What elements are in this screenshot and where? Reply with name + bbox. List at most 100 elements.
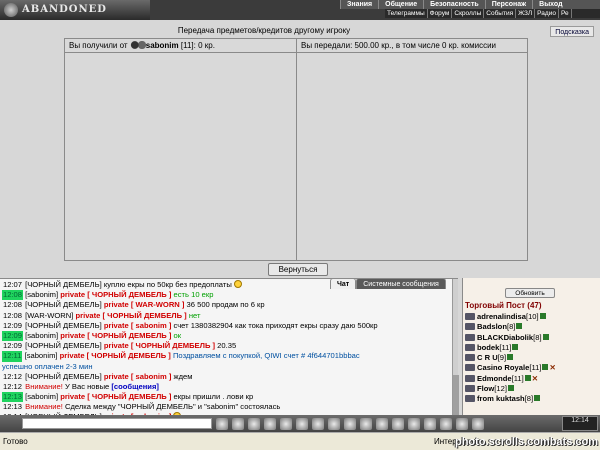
tab-chat[interactable]: Чат <box>330 278 357 289</box>
chat-nick[interactable]: [sabonim] <box>25 290 58 299</box>
user-list-item[interactable]: Edmonde[11] ✕ <box>465 374 600 384</box>
chat-text: ок <box>173 330 182 340</box>
user-name[interactable]: Edmonde <box>477 374 512 383</box>
chat-nick[interactable]: [ЧОРНЫЙ ДЕМБЕЛЬ] <box>25 280 102 289</box>
menu-exit[interactable]: Выход <box>532 0 568 9</box>
info-icon[interactable] <box>472 417 484 430</box>
menu-communication[interactable]: Общение <box>378 0 423 9</box>
user-name[interactable]: bodek <box>477 343 499 352</box>
user-info-icon[interactable] <box>507 354 514 361</box>
chat-scroll-thumb[interactable] <box>453 375 459 415</box>
settings-icon[interactable] <box>312 417 324 430</box>
menu-character[interactable]: Персонаж <box>484 0 532 9</box>
chat-text: куплю екры по 50кр без предоплаты <box>103 280 232 289</box>
trade-icon[interactable] <box>376 417 388 430</box>
inventory-icon[interactable] <box>328 417 340 430</box>
user-list-item[interactable]: adrenalindisa[10] <box>465 312 600 322</box>
menu-security[interactable]: Безопасность <box>423 0 485 9</box>
send-icon[interactable] <box>216 417 228 430</box>
submenu-scrolls[interactable]: Скроллы <box>452 9 485 18</box>
received-header: Вы получили от sabonim [11]: 0 кр. <box>65 39 296 53</box>
submenu-radio[interactable]: Радио <box>535 9 559 18</box>
watermark: photo.scrolls.combats.com <box>454 436 598 448</box>
chat-nick[interactable]: [sabonim] <box>25 392 58 401</box>
user-name[interactable]: adrenalindisa <box>477 312 526 321</box>
chat-input[interactable] <box>22 418 212 429</box>
user-info-icon[interactable] <box>542 333 549 340</box>
user-info-icon[interactable] <box>507 385 514 392</box>
skills-icon[interactable] <box>408 417 420 430</box>
user-name[interactable]: Badslon <box>477 322 507 331</box>
received-amount: : 0 кр. <box>193 41 215 50</box>
page-title: Передача предметов/кредитов другому игро… <box>177 26 351 35</box>
submenu-zhzl[interactable]: ЖЗЛ <box>516 9 536 18</box>
chat-private-target[interactable]: private [ ЧОРНЫЙ ДЕМБЕЛЬ ] <box>104 341 215 350</box>
received-nick[interactable]: sabonim <box>146 41 179 50</box>
chat-private-target[interactable]: private [ WAR-WORN ] <box>104 300 185 309</box>
help-button[interactable]: Подсказка <box>550 26 594 37</box>
chat-private-target[interactable]: private [ ЧОРНЫЙ ДЕМБЕЛЬ ] <box>60 290 171 299</box>
user-level: [11] <box>511 373 524 383</box>
user-info-icon[interactable] <box>516 323 523 330</box>
chat-nick[interactable]: [sabonim] <box>25 331 58 340</box>
user-list-item[interactable]: BLACKDiabolik[8] <box>465 333 600 343</box>
user-list-item[interactable]: Badslon[8] <box>465 322 600 332</box>
chat-private-target[interactable]: private [ ЧОРНЫЙ ДЕМБЕЛЬ ] <box>76 311 187 320</box>
user-list-item[interactable]: Flow[12] <box>465 384 600 394</box>
chat-timestamp: 12:09 <box>2 330 24 342</box>
return-button[interactable]: Вернуться <box>268 263 328 276</box>
friends-icon[interactable] <box>440 417 452 430</box>
chat-private-target[interactable]: private [ ЧОРНЫЙ ДЕМБЕЛЬ ] <box>60 392 171 401</box>
chat-messages-link[interactable]: [сообщения] <box>111 382 159 391</box>
chat-nick[interactable]: [ЧОРНЫЙ ДЕМБЕЛЬ] <box>25 341 102 350</box>
chat-nick[interactable]: [WAR-WORN] <box>25 311 73 320</box>
user-info-icon[interactable] <box>524 374 531 381</box>
user-list-item[interactable]: Casino Royale[11] ✕ <box>465 363 600 373</box>
user-info-icon[interactable] <box>539 313 546 319</box>
chat-nick[interactable]: [ЧОРНЫЙ ДЕМБЕЛЬ] <box>25 300 102 309</box>
chat-private-target[interactable]: private [ sabonim ] <box>104 321 172 330</box>
submenu-events[interactable]: События <box>484 9 517 18</box>
user-info-icon[interactable] <box>512 343 519 350</box>
smiles-icon[interactable] <box>248 417 260 430</box>
submenu-forum[interactable]: Форум <box>428 9 453 18</box>
chat-text: счет 1380382904 как тока приходят екры с… <box>173 320 378 330</box>
user-name[interactable]: Flow <box>477 384 494 393</box>
user-name[interactable]: C R U <box>477 353 498 362</box>
user-name[interactable]: BLACKDiabolik <box>477 333 533 342</box>
translit-icon[interactable] <box>264 417 276 430</box>
chat-timestamp: 12:13 <box>2 392 24 403</box>
mail-icon[interactable] <box>424 417 436 430</box>
chat-nick[interactable]: [ЧОРНЫЙ ДЕМБЕЛЬ] <box>25 321 102 330</box>
chat-private-target[interactable]: private [ sabonim ] <box>104 372 172 381</box>
user-name[interactable]: from kuktash <box>477 394 525 403</box>
sound-icon[interactable] <box>296 417 308 430</box>
chat-text: есть 10 екр <box>173 290 214 300</box>
user-name[interactable]: Casino Royale <box>477 363 529 372</box>
user-info-icon[interactable] <box>534 395 541 402</box>
clan-icon[interactable] <box>392 417 404 430</box>
tab-system-messages[interactable]: Системные сообщения <box>356 278 446 289</box>
map-icon[interactable] <box>344 417 356 430</box>
received-column: Вы получили от sabonim [11]: 0 кр. <box>65 39 297 260</box>
chat-private-target[interactable]: private [ ЧОРНЫЙ ДЕМБЕЛЬ ] <box>60 331 171 340</box>
user-info-icon[interactable] <box>542 364 549 371</box>
submenu-telegrams[interactable]: Телеграммы <box>385 9 428 18</box>
user-list-item[interactable]: C R U[9] <box>465 353 600 363</box>
clear-icon[interactable] <box>232 417 244 430</box>
submenu-more[interactable]: Ре <box>559 9 572 18</box>
bank-icon[interactable] <box>456 417 468 430</box>
chat-nick[interactable]: [ЧОРНЫЙ ДЕМБЕЛЬ] <box>25 372 102 381</box>
filter-icon[interactable] <box>280 417 292 430</box>
location-title: Торговый Пост (47) <box>465 301 542 310</box>
chat-text: Поздравляем с покупкой, QIWI счет # 4f64… <box>172 351 360 361</box>
user-list-item[interactable]: bodek[11] <box>465 343 600 353</box>
chat-private-target[interactable]: private [ ЧОРНЫЙ ДЕМБЕЛЬ ] <box>60 351 171 360</box>
clan-icon <box>465 364 475 372</box>
chat-nick[interactable]: [sabonim] <box>25 351 58 360</box>
user-list-item[interactable]: from kuktash[8] <box>465 394 600 404</box>
refresh-button[interactable]: Обновить <box>505 288 555 298</box>
chat-scrollbar[interactable] <box>452 279 459 415</box>
menu-knowledge[interactable]: Знания <box>340 0 378 9</box>
quests-icon[interactable] <box>360 417 372 430</box>
